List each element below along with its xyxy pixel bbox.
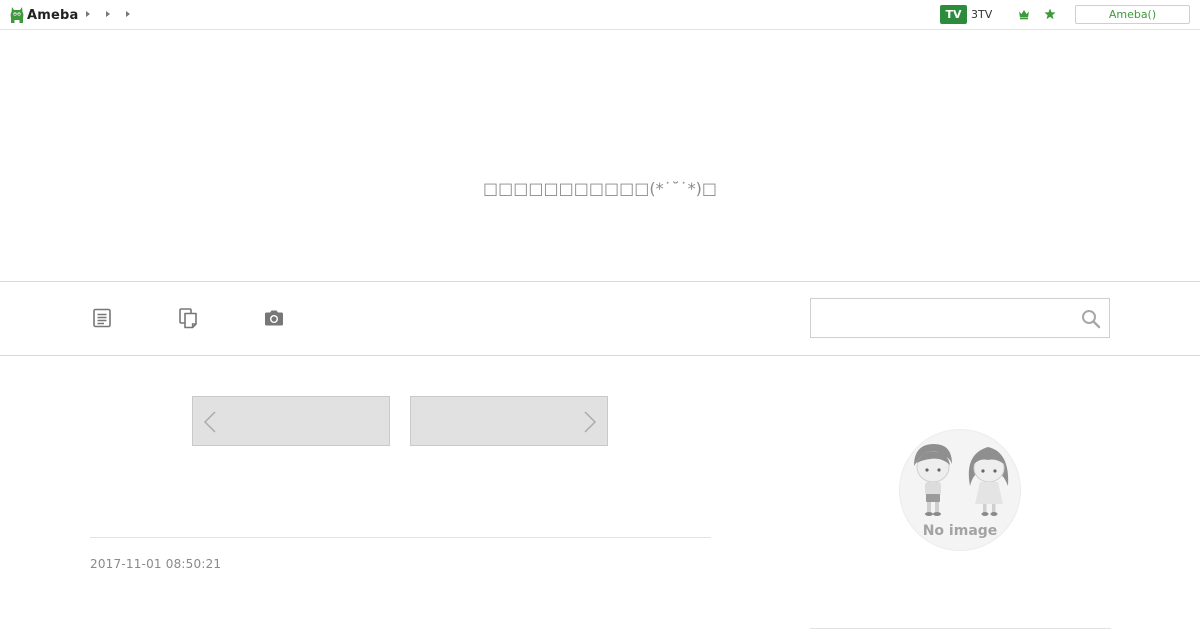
no-image-label: No image	[922, 523, 998, 539]
global-header: Ameba TV 3TV Ameba()	[0, 0, 1200, 30]
documents-icon[interactable]	[177, 307, 199, 329]
tv-badge[interactable]: TV	[940, 5, 967, 24]
blog-nav-bar	[0, 281, 1200, 356]
prev-entry-button[interactable]	[192, 396, 390, 446]
chevron-right-icon	[584, 411, 596, 433]
article-divider	[90, 537, 711, 538]
breadcrumb-arrow-icon[interactable]	[86, 11, 90, 17]
ameba-logo[interactable]: Ameba	[9, 5, 79, 25]
ameba-login-button[interactable]: Ameba()	[1075, 5, 1190, 24]
logo-text: Ameba	[27, 7, 79, 23]
tv-channel-link[interactable]: 3TV	[971, 8, 992, 21]
sidebar-divider	[810, 628, 1111, 629]
star-icon[interactable]	[1044, 8, 1056, 20]
entry-date: 2017-11-01 08:50:21	[90, 557, 222, 571]
chevron-left-icon	[204, 411, 216, 433]
ameba-mascot-icon	[10, 7, 24, 23]
blog-header-message: □□□□□□□□□□□(*˙˘˙*)□	[483, 179, 717, 198]
breadcrumb-arrow-icon[interactable]	[106, 11, 110, 17]
search-icon[interactable]	[1081, 309, 1101, 329]
breadcrumb-arrow-icon[interactable]	[126, 11, 130, 17]
blog-search-input[interactable]	[810, 298, 1110, 338]
crown-icon[interactable]	[1018, 8, 1030, 20]
profile-image[interactable]: No image	[899, 429, 1021, 551]
camera-icon[interactable]	[263, 307, 285, 329]
next-entry-button[interactable]	[410, 396, 608, 446]
entry-list-icon[interactable]	[91, 307, 113, 329]
